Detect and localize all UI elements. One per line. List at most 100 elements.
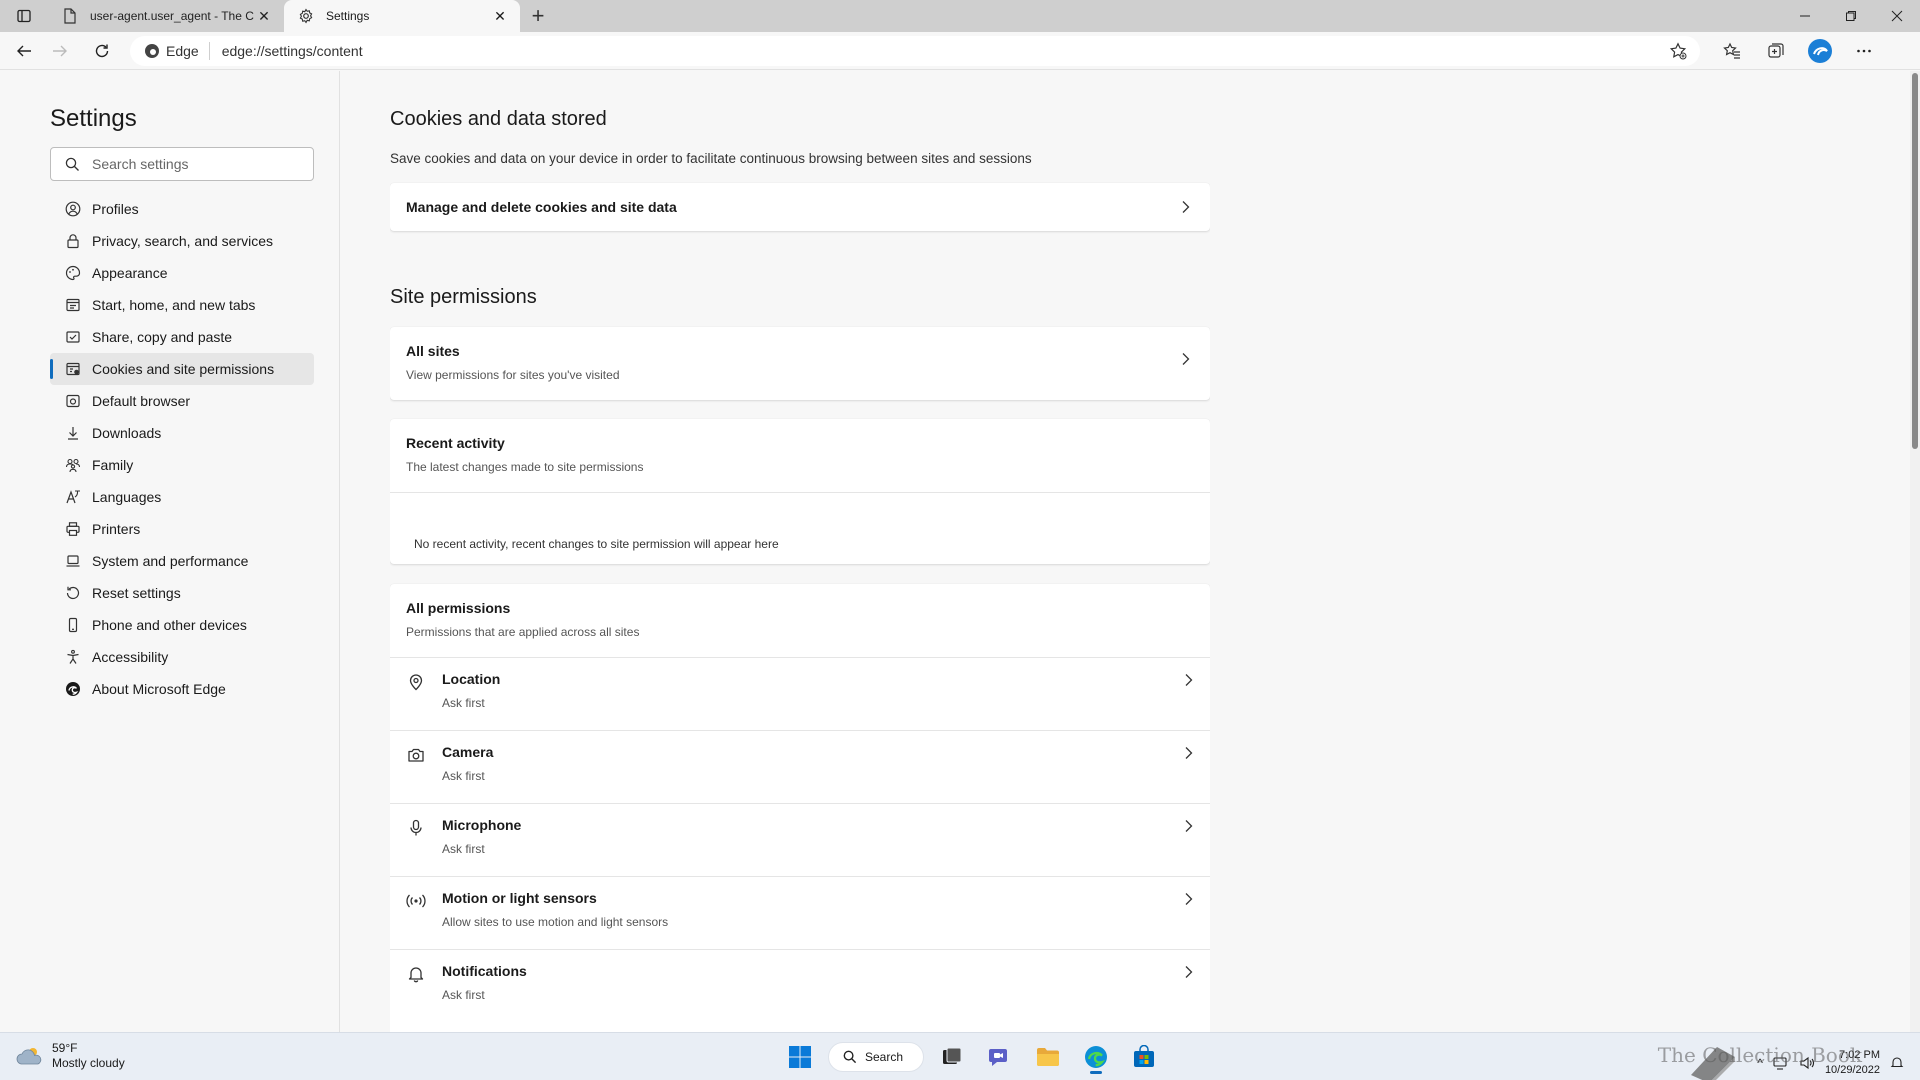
restore-button[interactable] bbox=[1828, 0, 1874, 32]
permission-row-camera[interactable]: Camera Ask first bbox=[390, 730, 1210, 803]
sidebar-item-reset[interactable]: Reset settings bbox=[50, 577, 314, 609]
minimize-button[interactable] bbox=[1782, 0, 1828, 32]
search-box[interactable] bbox=[50, 147, 314, 181]
sidebar-item-appearance[interactable]: Appearance bbox=[50, 257, 314, 289]
store-icon bbox=[1134, 1045, 1154, 1067]
notification-icon[interactable] bbox=[1890, 1056, 1904, 1070]
watermark-text: The Collection Book bbox=[1657, 1043, 1862, 1067]
task-view-button[interactable] bbox=[932, 1039, 972, 1075]
recent-activity-subtitle: The latest changes made to site permissi… bbox=[406, 460, 644, 474]
reset-icon bbox=[64, 584, 82, 602]
minimize-icon bbox=[1800, 15, 1810, 17]
sidebar-item-languages[interactable]: Languages bbox=[50, 481, 314, 513]
taskbar-search[interactable]: Search bbox=[828, 1042, 924, 1072]
page-scrollbar[interactable] bbox=[1910, 71, 1920, 1032]
sidebar-item-share-copy[interactable]: Share, copy and paste bbox=[50, 321, 314, 353]
close-icon bbox=[1891, 10, 1903, 22]
refresh-button[interactable] bbox=[84, 35, 120, 67]
tab-actions-button[interactable] bbox=[0, 0, 48, 32]
store-button[interactable] bbox=[1124, 1039, 1164, 1075]
chevron-right-icon bbox=[1184, 746, 1194, 765]
permission-name: Location bbox=[442, 671, 501, 687]
url-text[interactable]: edge://settings/content bbox=[222, 43, 1666, 59]
edge-taskbar-button[interactable] bbox=[1076, 1039, 1116, 1075]
laptop-icon bbox=[64, 552, 82, 570]
address-bar[interactable]: Edge edge://settings/content bbox=[130, 35, 1700, 66]
close-window-button[interactable] bbox=[1874, 0, 1920, 32]
permission-name: Motion or light sensors bbox=[442, 890, 597, 906]
recent-activity-title: Recent activity bbox=[406, 435, 505, 451]
recent-activity-card: Recent activity The latest changes made … bbox=[390, 419, 1210, 564]
back-button[interactable] bbox=[6, 35, 42, 67]
languages-icon bbox=[64, 488, 82, 506]
sidebar-item-label: Accessibility bbox=[92, 649, 169, 665]
restore-icon bbox=[1846, 11, 1856, 21]
sidebar-item-downloads[interactable]: Downloads bbox=[50, 417, 314, 449]
sidebar-item-profiles[interactable]: Profiles bbox=[50, 193, 314, 225]
new-tab-button[interactable]: + bbox=[520, 0, 556, 32]
site-permissions-heading: Site permissions bbox=[390, 286, 537, 308]
permission-row-microphone[interactable]: Microphone Ask first bbox=[390, 803, 1210, 876]
window-controls bbox=[1782, 0, 1920, 32]
tab-title: user-agent.user_agent - The Coll bbox=[90, 9, 254, 23]
teams-chat-button[interactable] bbox=[980, 1039, 1020, 1075]
sidebar-item-printers[interactable]: Printers bbox=[50, 513, 314, 545]
permission-name: Notifications bbox=[442, 963, 527, 979]
browser-icon bbox=[64, 392, 82, 410]
scrollbar-thumb[interactable] bbox=[1912, 73, 1918, 449]
sidebar-item-label: Reset settings bbox=[92, 585, 181, 601]
manage-cookies-button[interactable]: Manage and delete cookies and site data bbox=[390, 183, 1210, 231]
sidebar-item-label: Languages bbox=[92, 489, 162, 505]
sidebar-item-phone[interactable]: Phone and other devices bbox=[50, 609, 314, 641]
add-favorite-button[interactable] bbox=[1666, 39, 1690, 63]
site-info-button[interactable]: Edge bbox=[144, 41, 210, 60]
permission-value: Ask first bbox=[442, 988, 485, 1002]
family-icon bbox=[64, 456, 82, 474]
edge-logo-icon bbox=[145, 43, 159, 58]
sidebar-item-about[interactable]: About Microsoft Edge bbox=[50, 673, 314, 705]
all-sites-button[interactable]: All sites View permissions for sites you… bbox=[390, 327, 1210, 400]
bell-icon bbox=[406, 964, 426, 984]
permission-row-notifications[interactable]: Notifications Ask first bbox=[390, 949, 1210, 1022]
search-input[interactable] bbox=[92, 156, 292, 172]
chevron-right-icon bbox=[1178, 199, 1194, 215]
share-icon bbox=[64, 328, 82, 346]
sidebar-item-cookies[interactable]: Cookies and site permissions bbox=[50, 353, 314, 385]
sidebar-item-family[interactable]: Family bbox=[50, 449, 314, 481]
settings-more-button[interactable] bbox=[1846, 35, 1882, 67]
forward-button[interactable] bbox=[42, 35, 78, 67]
sidebar-item-accessibility[interactable]: Accessibility bbox=[50, 641, 314, 673]
settings-nav: Profiles Privacy, search, and services A… bbox=[50, 193, 314, 705]
profile-button[interactable] bbox=[1802, 35, 1838, 67]
sidebar-item-label: Phone and other devices bbox=[92, 617, 247, 633]
page-icon bbox=[62, 8, 78, 24]
manage-cookies-label: Manage and delete cookies and site data bbox=[406, 199, 677, 215]
close-tab-icon[interactable]: ✕ bbox=[254, 6, 274, 26]
favorites-button[interactable] bbox=[1714, 35, 1750, 67]
sidebar-item-label: Default browser bbox=[92, 393, 191, 409]
cookies-heading: Cookies and data stored bbox=[390, 108, 607, 130]
collections-button[interactable] bbox=[1758, 35, 1794, 67]
tab-settings[interactable]: Settings ✕ bbox=[284, 0, 520, 32]
file-explorer-button[interactable] bbox=[1028, 1039, 1068, 1075]
start-button[interactable] bbox=[780, 1039, 820, 1075]
sidebar-item-system[interactable]: System and performance bbox=[50, 545, 314, 577]
sidebar-item-label: Start, home, and new tabs bbox=[92, 297, 256, 313]
tab-user-agent[interactable]: user-agent.user_agent - The Coll ✕ bbox=[48, 0, 284, 32]
sidebar-item-default-browser[interactable]: Default browser bbox=[50, 385, 314, 417]
close-tab-icon[interactable]: ✕ bbox=[490, 6, 510, 26]
sidebar-item-label: System and performance bbox=[92, 553, 249, 569]
collections-icon bbox=[1768, 42, 1784, 58]
permission-row-motion-sensors[interactable]: Motion or light sensors Allow sites to u… bbox=[390, 876, 1210, 949]
sidebar-item-privacy[interactable]: Privacy, search, and services bbox=[50, 225, 314, 257]
sidebar-item-start-home[interactable]: Start, home, and new tabs bbox=[50, 289, 314, 321]
all-permissions-subtitle: Permissions that are applied across all … bbox=[406, 625, 640, 639]
avatar bbox=[1808, 38, 1832, 63]
lock-icon bbox=[64, 232, 82, 250]
page-title: Settings bbox=[50, 105, 137, 132]
edge-icon bbox=[64, 680, 82, 698]
weather-widget[interactable]: 59°F Mostly cloudy bbox=[16, 1041, 125, 1071]
phone-icon bbox=[64, 616, 82, 634]
permission-name: Camera bbox=[442, 744, 494, 760]
permission-row-location[interactable]: Location Ask first bbox=[390, 657, 1210, 730]
